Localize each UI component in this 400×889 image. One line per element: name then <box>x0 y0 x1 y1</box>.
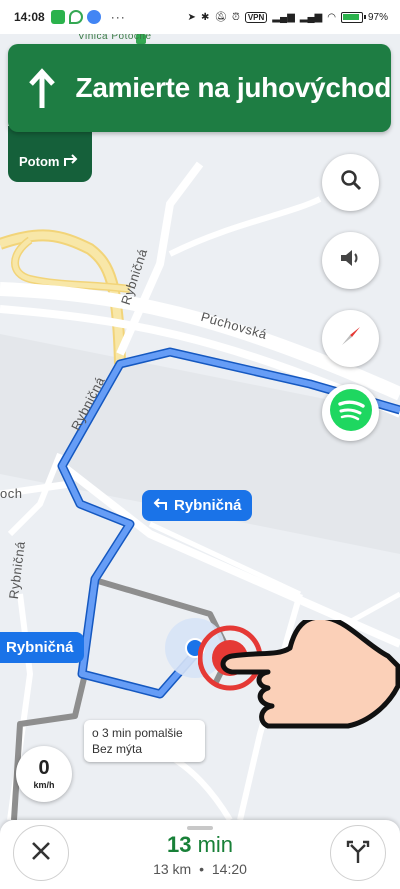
close-icon <box>30 840 52 867</box>
more-notifications-icon: ··· <box>110 10 126 24</box>
fork-routes-icon <box>345 838 371 869</box>
search-button[interactable] <box>322 154 379 211</box>
spotify-button[interactable] <box>322 384 379 441</box>
navigation-instruction: Zamierte na juhovýchod <box>75 72 392 103</box>
trip-distance: 13 km <box>153 861 192 877</box>
trip-duration: 13 min <box>166 832 234 857</box>
trip-summary-sheet[interactable]: 13 min 13 km • 14:20 <box>0 820 400 889</box>
tap-indicator <box>197 614 400 737</box>
next-turn-street: Rybničná <box>174 497 242 514</box>
wifi-icon: ◠ <box>327 11 336 23</box>
poi-label: Vinica Potočné <box>78 34 152 42</box>
sound-button[interactable] <box>322 232 379 289</box>
turn-right-icon <box>63 153 79 170</box>
maps-icon <box>68 10 83 24</box>
then-label: Potom <box>19 153 60 169</box>
then-turn-chip[interactable]: Potom <box>8 126 92 182</box>
alternate-routes-button[interactable] <box>330 825 386 881</box>
signal-icon: ▂▄▆ <box>272 11 295 23</box>
status-time: 14:08 <box>14 10 45 24</box>
speedometer: 0 km/h <box>16 746 72 802</box>
speed-unit: km/h <box>33 780 55 790</box>
compass-icon <box>338 323 364 354</box>
next-turn-label: Rybničná <box>142 490 252 521</box>
battery-percent: 97% <box>367 11 388 23</box>
status-icons: ➤ ✱ 🔕︎ ⏰︎ VPN ▂▄▆ ▂▄▆ ◠ 97% <box>187 11 388 23</box>
status-bar: 14:08 ··· ➤ ✱ 🔕︎ ⏰︎ VPN ▂▄▆ ▂▄▆ ◠ 97% <box>0 0 400 34</box>
sheet-handle[interactable] <box>187 826 213 830</box>
mute-icon: 🔕︎ <box>214 11 228 23</box>
side-street-label: Rybničná <box>0 632 84 663</box>
alternate-route-info[interactable]: o 3 min pomalšie Bez mýta <box>84 720 205 762</box>
trip-eta[interactable]: 13 min 13 km • 14:20 <box>100 832 300 877</box>
app-icon <box>86 10 101 24</box>
whatsapp-icon <box>50 10 65 24</box>
search-icon <box>339 168 363 197</box>
trip-details: 13 km • 14:20 <box>153 861 247 877</box>
turn-left-icon <box>152 497 168 515</box>
compass-button[interactable] <box>322 310 379 367</box>
vpn-badge: VPN <box>244 11 268 23</box>
alt-route-toll: Bez mýta <box>92 742 143 756</box>
location-icon: ➤ <box>187 11 196 23</box>
street-label-partial: och <box>0 486 23 501</box>
alt-route-delay: o 3 min pomalšie <box>92 726 183 740</box>
signal2-icon: ▂▄▆ <box>299 11 323 23</box>
bluetooth-icon: ✱ <box>200 11 210 23</box>
alarm-icon: ⏰︎ <box>232 11 240 23</box>
arrow-up-icon <box>8 44 76 132</box>
navigation-banner[interactable]: Zamierte na juhovýchod <box>8 44 391 132</box>
battery-icon <box>340 11 366 23</box>
spotify-icon <box>329 388 373 437</box>
trip-arrival: 14:20 <box>211 861 247 877</box>
speed-value: 0 <box>38 757 50 779</box>
close-navigation-button[interactable] <box>13 825 69 881</box>
volume-icon <box>338 246 364 275</box>
